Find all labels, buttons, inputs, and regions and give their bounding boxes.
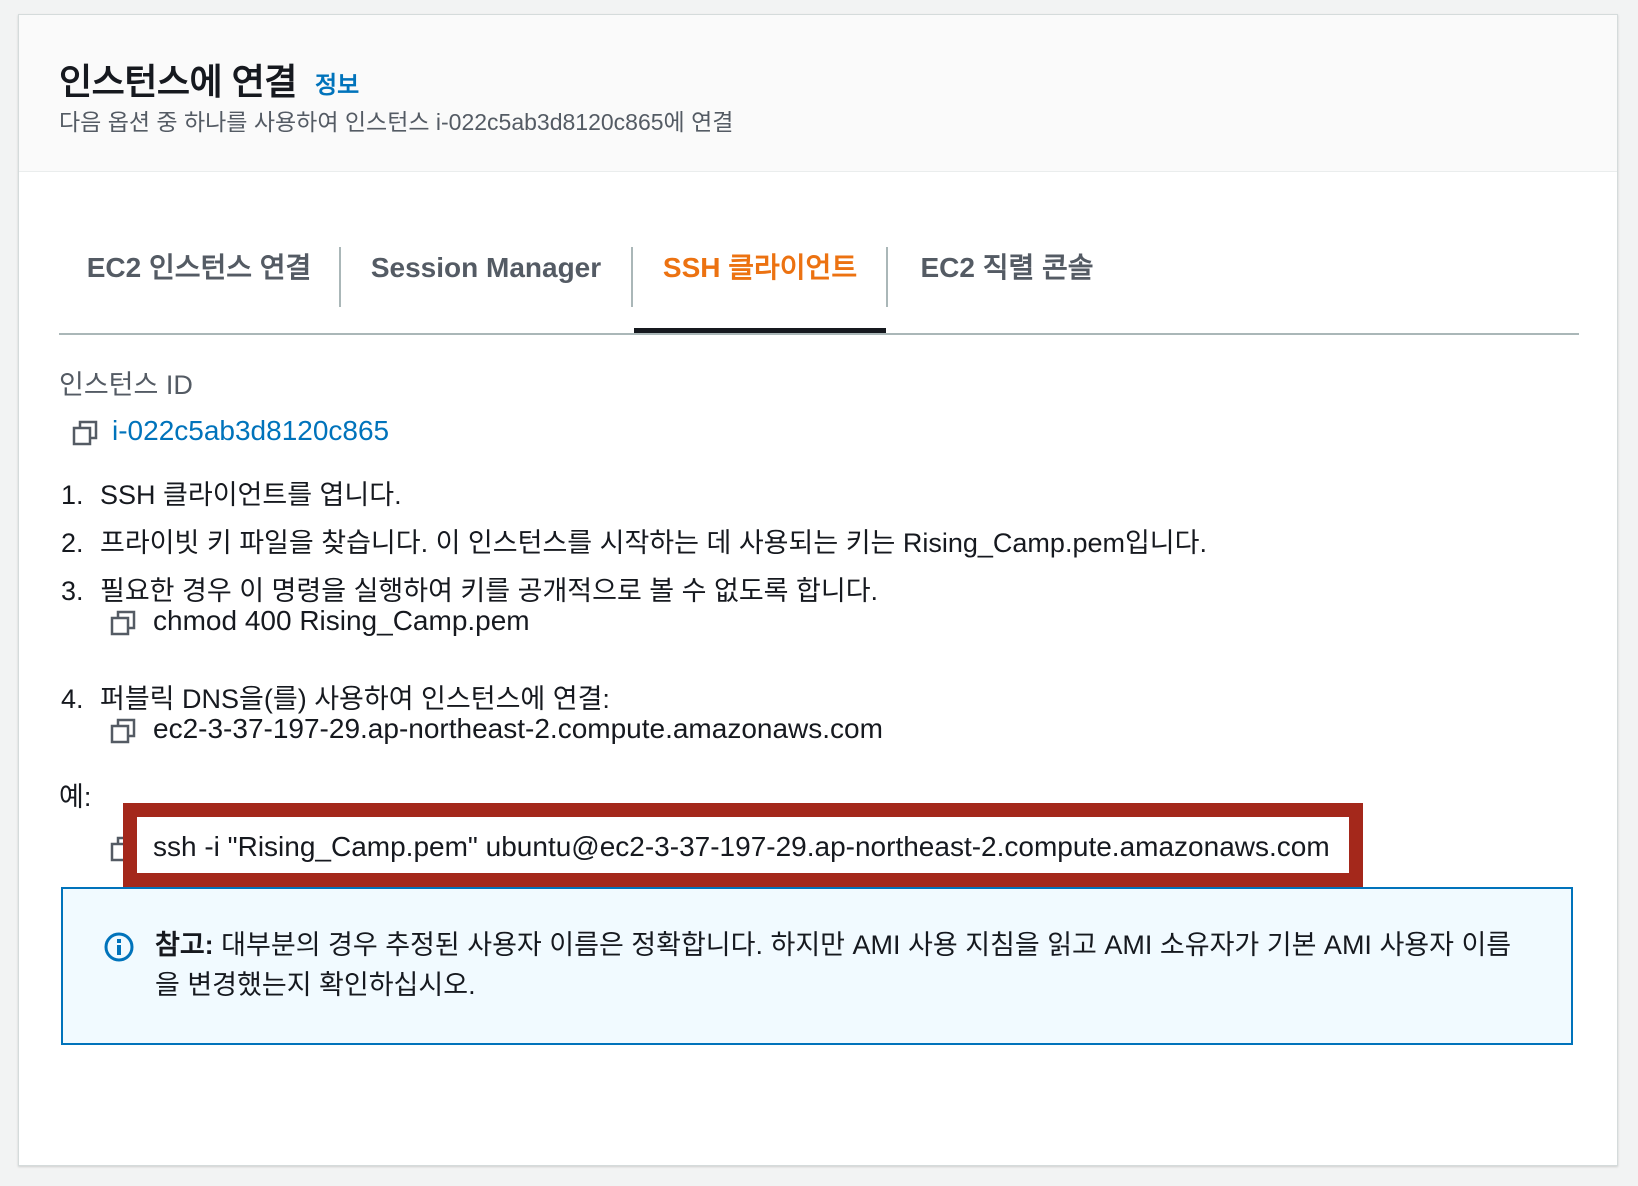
info-alert: 참고: 대부분의 경우 추정된 사용자 이름은 정확합니다. 하지만 AMI 사…	[61, 887, 1573, 1045]
connect-instance-panel: 인스턴스에 연결 정보 다음 옵션 중 하나를 사용하여 인스턴스 i-022c…	[18, 14, 1618, 1166]
info-circle-icon	[104, 932, 134, 962]
list-item: 4. 퍼블릭 DNS을(를) 사용하여 인스턴스에 연결:	[61, 677, 610, 716]
tab-ec2-instance-connect[interactable]: EC2 인스턴스 연결	[59, 233, 339, 333]
step-number: 2.	[61, 528, 84, 558]
chmod-command: chmod 400 Rising_Camp.pem	[153, 605, 530, 636]
step-text: SSH 클라이언트를 엽니다.	[100, 480, 402, 510]
list-item: 3. 필요한 경우 이 명령을 실행하여 키를 공개적으로 볼 수 없도록 합니다…	[61, 569, 878, 608]
example-label: 예:	[59, 782, 92, 812]
info-link[interactable]: 정보	[315, 65, 359, 100]
step-number: 4.	[61, 684, 84, 714]
copy-icon[interactable]	[109, 609, 137, 637]
step-text: 필요한 경우 이 명령을 실행하여 키를 공개적으로 볼 수 없도록 합니다.	[100, 576, 879, 606]
tab-ssh-client[interactable]: SSH 클라이언트	[634, 233, 886, 333]
note-prefix: 참고:	[155, 930, 214, 960]
tab-divider	[631, 247, 633, 307]
tab-session-manager[interactable]: Session Manager	[341, 233, 631, 333]
list-item: 1. SSH 클라이언트를 엽니다.	[61, 473, 402, 512]
copy-icon[interactable]	[71, 419, 99, 447]
copy-icon[interactable]	[109, 717, 137, 745]
panel-header: 인스턴스에 연결 정보 다음 옵션 중 하나를 사용하여 인스턴스 i-022c…	[19, 15, 1617, 172]
step-number: 3.	[61, 576, 84, 606]
list-item: 2. 프라이빗 키 파일을 찾습니다. 이 인스턴스를 시작하는 데 사용되는 키…	[61, 521, 1207, 560]
instance-id-link[interactable]: i-022c5ab3d8120c865	[112, 415, 389, 447]
ssh-command: ssh -i "Rising_Camp.pem" ubuntu@ec2-3-37…	[153, 831, 1330, 862]
public-dns: ec2-3-37-197-29.ap-northeast-2.compute.a…	[153, 713, 883, 744]
step-text: 퍼블릭 DNS을(를) 사용하여 인스턴스에 연결:	[100, 684, 610, 714]
note-text: 참고: 대부분의 경우 추정된 사용자 이름은 정확합니다. 하지만 AMI 사…	[155, 925, 1535, 1005]
tab-ec2-serial-console[interactable]: EC2 직렬 콘솔	[888, 233, 1126, 333]
page-description: 다음 옵션 중 하나를 사용하여 인스턴스 i-022c5ab3d8120c86…	[59, 109, 734, 135]
step-text: 프라이빗 키 파일을 찾습니다. 이 인스턴스를 시작하는 데 사용되는 키는 …	[100, 528, 1207, 558]
page-title: 인스턴스에 연결	[59, 61, 297, 102]
note-body: 대부분의 경우 추정된 사용자 이름은 정확합니다. 하지만 AMI 사용 지침…	[155, 930, 1512, 1000]
step-number: 1.	[61, 480, 84, 510]
connection-tabs: EC2 인스턴스 연결 Session Manager SSH 클라이언트 EC…	[59, 233, 1579, 335]
instance-id-label: 인스턴스 ID	[59, 370, 193, 400]
